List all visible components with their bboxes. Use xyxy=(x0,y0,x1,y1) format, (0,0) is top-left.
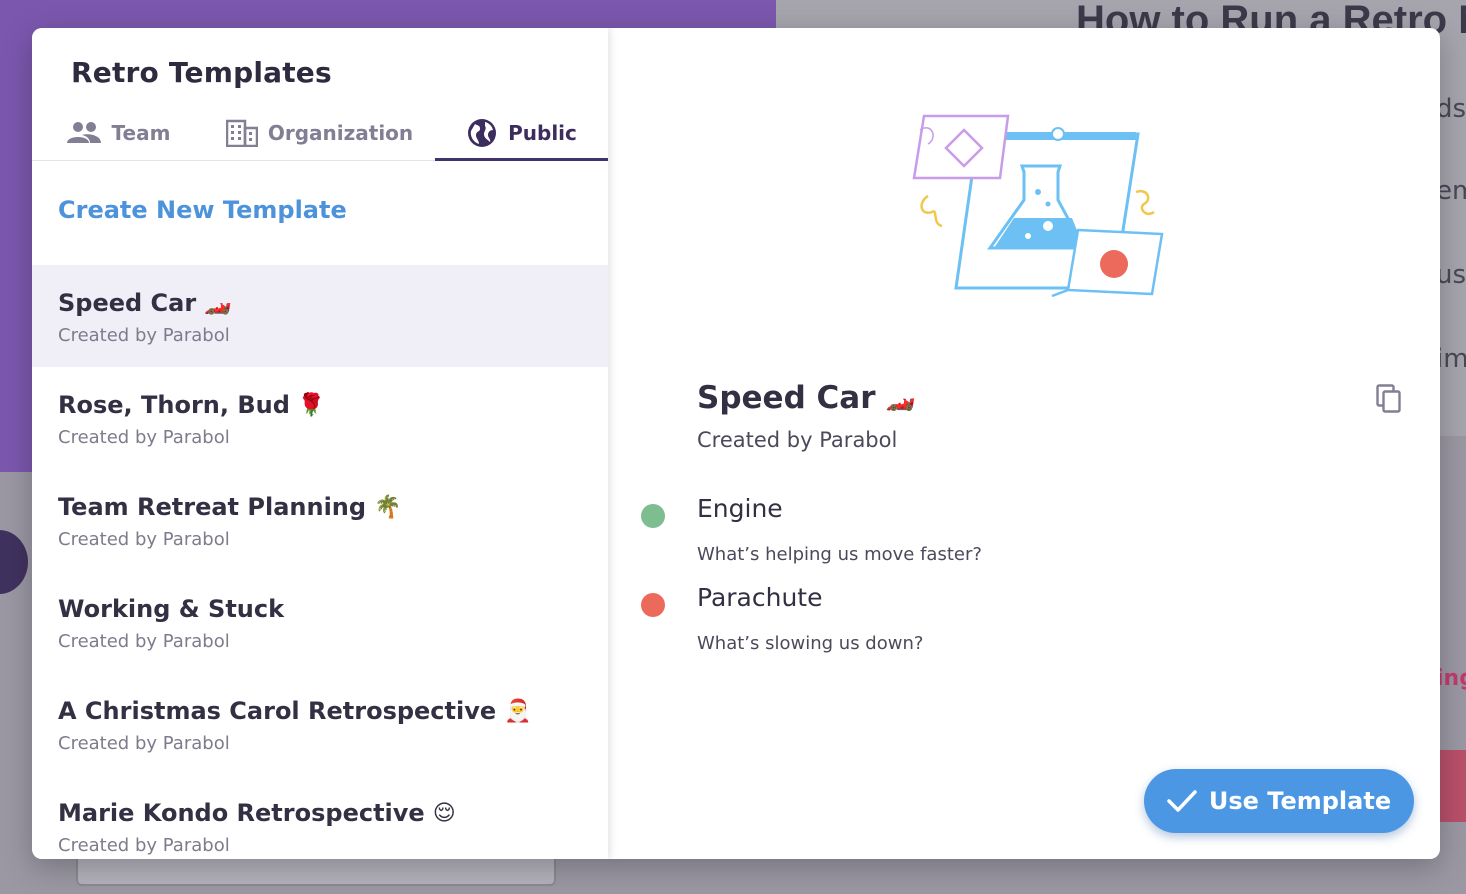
template-title: Working & Stuck xyxy=(58,595,582,623)
race-car-emoji-icon: 🏎️ xyxy=(885,384,916,412)
template-detail-author: Created by Parabol xyxy=(697,428,898,452)
template-list-item[interactable]: Speed Car 🏎️ Created by Parabol xyxy=(32,265,608,367)
template-name: Team Retreat Planning xyxy=(58,493,367,521)
background-fragment: ing xyxy=(1436,666,1466,691)
prompt-name: Parachute xyxy=(697,583,823,612)
template-title: A Christmas Carol Retrospective 🎅 xyxy=(58,697,582,725)
background-fragment: im xyxy=(1436,344,1466,374)
template-name: A Christmas Carol Retrospective xyxy=(58,697,497,725)
template-illustration xyxy=(912,114,1164,298)
create-new-template-link[interactable]: Create New Template xyxy=(58,196,347,224)
template-list: Speed Car 🏎️ Created by Parabol Rose, Th… xyxy=(32,265,608,859)
template-author: Created by Parabol xyxy=(58,325,230,346)
tab-label: Public xyxy=(508,121,577,145)
race-car-emoji-icon: 🏎️ xyxy=(204,290,232,316)
relieved-face-emoji-icon: 😌 xyxy=(432,800,456,826)
prompt-color-dot xyxy=(641,504,665,528)
organization-icon xyxy=(225,119,258,147)
background-red-button xyxy=(1440,750,1466,822)
prompt-description: What’s helping us move faster? xyxy=(697,544,982,565)
prompt-description: What’s slowing us down? xyxy=(697,633,924,654)
template-detail-pane: Speed Car 🏎️ Created by Parabol Engine W… xyxy=(608,28,1440,859)
template-author: Created by Parabol xyxy=(58,427,230,448)
template-list-item[interactable]: Rose, Thorn, Bud 🌹 Created by Parabol xyxy=(32,367,608,469)
template-list-item[interactable]: Working & Stuck Created by Parabol xyxy=(32,571,608,673)
prompt-color-dot xyxy=(641,593,665,617)
template-title: Team Retreat Planning 🌴 xyxy=(58,493,582,521)
template-name: Working & Stuck xyxy=(58,595,285,623)
tab-organization[interactable]: Organization xyxy=(204,106,435,160)
tab-public[interactable]: Public xyxy=(435,106,608,161)
template-title: Rose, Thorn, Bud 🌹 xyxy=(58,391,582,419)
background-fragment: em xyxy=(1436,176,1466,206)
template-list-pane: Retro Templates Team Organization Public… xyxy=(32,28,608,859)
retro-templates-modal: Retro Templates Team Organization Public… xyxy=(32,28,1440,859)
template-name: Marie Kondo Retrospective xyxy=(58,799,425,827)
template-scope-tabs: Team Organization Public xyxy=(32,106,608,161)
copy-icon[interactable] xyxy=(1376,384,1402,414)
template-author: Created by Parabol xyxy=(58,733,230,754)
use-template-label: Use Template xyxy=(1208,787,1392,815)
background-card xyxy=(76,856,556,886)
template-list-item[interactable]: Marie Kondo Retrospective 😌 Created by P… xyxy=(32,775,608,859)
tab-team[interactable]: Team xyxy=(32,106,204,160)
template-title: Speed Car 🏎️ xyxy=(58,289,582,317)
team-icon xyxy=(66,122,101,143)
template-author: Created by Parabol xyxy=(58,529,230,550)
tab-label: Team xyxy=(111,121,171,145)
globe-icon xyxy=(468,119,497,147)
background-avatar xyxy=(0,530,28,594)
modal-title: Retro Templates xyxy=(71,56,332,89)
template-name: Speed Car xyxy=(58,289,197,317)
checkmark-icon xyxy=(1167,790,1197,812)
tab-label: Organization xyxy=(267,121,414,145)
palm-tree-emoji-icon: 🌴 xyxy=(374,494,402,520)
template-title: Marie Kondo Retrospective 😌 xyxy=(58,799,582,827)
template-author: Created by Parabol xyxy=(58,835,230,856)
template-list-item[interactable]: Team Retreat Planning 🌴 Created by Parab… xyxy=(32,469,608,571)
prompt-name: Engine xyxy=(697,494,783,523)
template-list-item[interactable]: A Christmas Carol Retrospective 🎅 Create… xyxy=(32,673,608,775)
detail-name: Speed Car xyxy=(697,380,876,416)
background-fragment: ds xyxy=(1436,94,1466,124)
use-template-button[interactable]: Use Template xyxy=(1144,769,1414,833)
template-detail-title: Speed Car 🏎️ xyxy=(697,380,915,416)
template-author: Created by Parabol xyxy=(58,631,230,652)
rose-emoji-icon: 🌹 xyxy=(297,392,326,418)
santa-emoji-icon: 🎅 xyxy=(504,698,532,724)
background-fragment: uss xyxy=(1436,260,1466,290)
template-name: Rose, Thorn, Bud xyxy=(58,391,290,419)
